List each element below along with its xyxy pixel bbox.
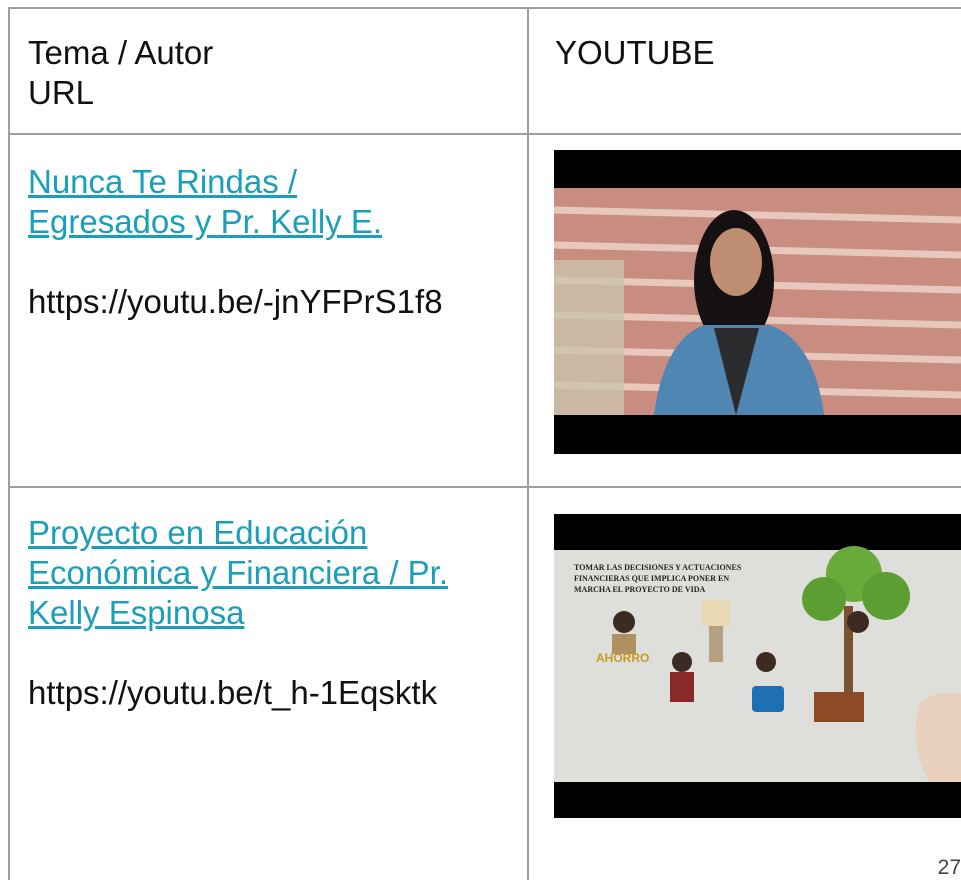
thumbnail-caption: TOMAR LAS DECISIONES Y ACTUACIONES	[574, 563, 742, 572]
video-thumbnail[interactable]	[554, 150, 961, 454]
table-row: Proyecto en Educación Económica y Financ…	[28, 513, 518, 713]
header-topic-author-label: Tema / Autor	[28, 34, 214, 71]
whiteboard-animation-image: TOMAR LAS DECISIONES Y ACTUACIONES FINAN…	[554, 514, 961, 818]
page-number: 27	[937, 856, 961, 879]
table-column-divider	[527, 7, 529, 880]
thumbnail-label: AHORRO	[596, 651, 649, 665]
thumbnail-caption: FINANCIERAS QUE IMPLICA PONER EN	[574, 574, 729, 583]
video-title-link[interactable]: Nunca Te Rindas / Egresados y Pr. Kelly …	[28, 163, 382, 240]
header-url-label: URL	[28, 74, 95, 111]
video-table: Tema / Autor URL YOUTUBE Nunca Te Rindas…	[0, 0, 961, 880]
video-url: https://youtu.be/-jnYFPrS1f8	[28, 283, 443, 320]
video-url: https://youtu.be/t_h-1Eqsktk	[28, 674, 438, 711]
video-title-link[interactable]: Proyecto en Educación Económica y Financ…	[28, 514, 448, 631]
table-border-top	[8, 7, 961, 9]
table-row-divider	[8, 486, 961, 488]
header-youtube: YOUTUBE	[555, 34, 715, 71]
table-row: Nunca Te Rindas / Egresados y Pr. Kelly …	[28, 162, 518, 322]
thumbnail-caption: MARCHA EL PROYECTO DE VIDA	[574, 585, 706, 594]
table-border-left	[8, 7, 10, 880]
video-thumbnail[interactable]: TOMAR LAS DECISIONES Y ACTUACIONES FINAN…	[554, 514, 961, 818]
woman-portrait-image	[554, 150, 961, 454]
header-topic-author: Tema / Autor URL	[28, 33, 213, 113]
table-row-divider	[8, 133, 961, 135]
